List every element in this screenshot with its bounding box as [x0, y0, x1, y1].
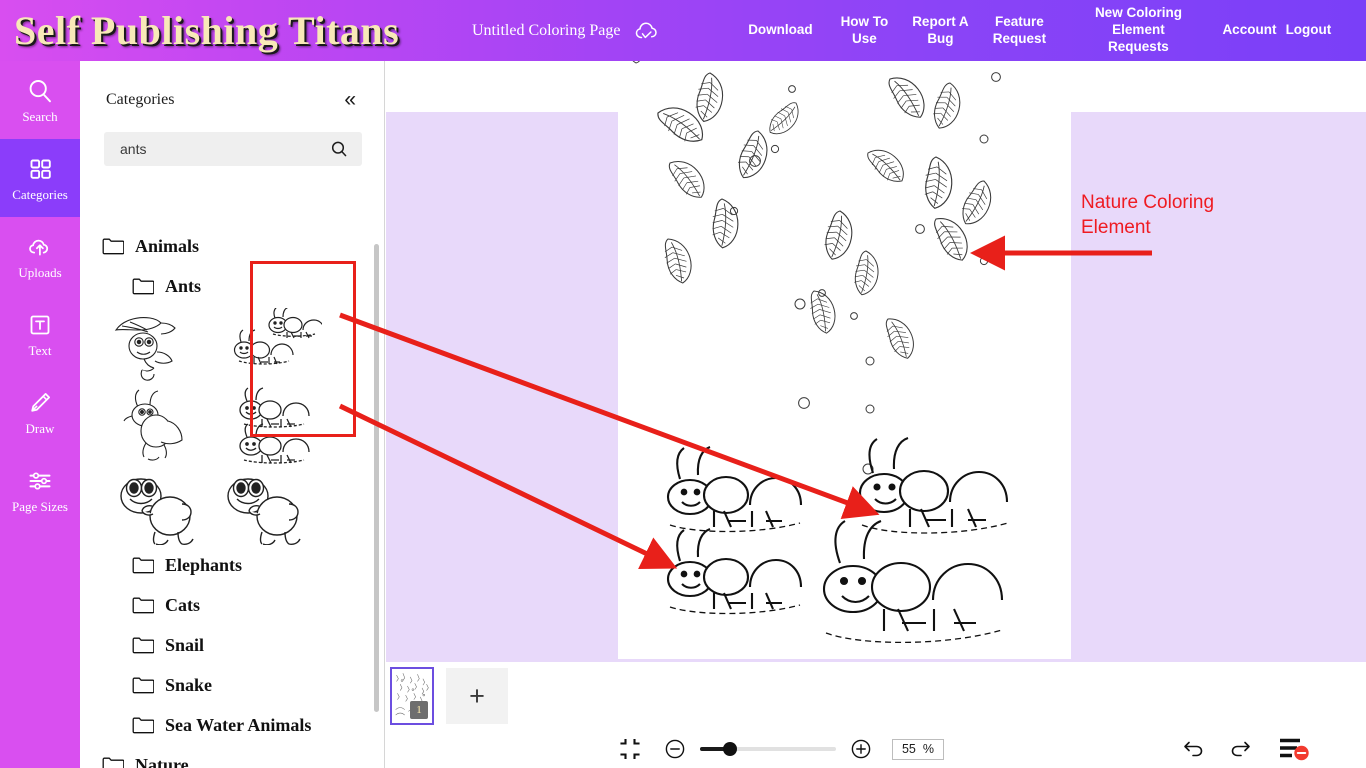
folder-icon — [132, 596, 155, 614]
element-thumbnail-ant-cape[interactable] — [108, 387, 215, 466]
cloud-upload-icon — [26, 233, 54, 261]
collapse-panel-icon[interactable]: « — [344, 89, 356, 110]
tree-node-elephants[interactable]: Elephants — [80, 545, 384, 585]
categories-panel: Categories « Animals — [80, 61, 385, 768]
panel-title: Categories — [106, 90, 175, 108]
tree-node-cats[interactable]: Cats — [80, 585, 384, 625]
zoom-controls: 55 % — [620, 738, 944, 760]
canvas-workspace — [386, 61, 1366, 662]
folder-icon — [102, 237, 125, 255]
element-thumbnail-grid — [80, 306, 356, 545]
tree-label-ants: Ants — [165, 275, 202, 296]
nav-new-coloring-element-requests[interactable]: New Coloring Element Requests — [1058, 1, 1218, 60]
folder-icon — [132, 277, 155, 295]
tree-node-nature[interactable]: Nature — [80, 745, 384, 768]
nav-logout[interactable]: Logout — [1280, 18, 1336, 43]
category-search-box — [104, 132, 362, 166]
folder-icon — [132, 636, 155, 654]
plus-circle-icon[interactable] — [850, 738, 872, 760]
tree-label-nature: Nature — [135, 754, 189, 768]
tree-label-elephants: Elephants — [165, 554, 243, 575]
rail-label-draw: Draw — [25, 421, 55, 436]
pencil-icon — [26, 389, 54, 417]
element-thumbnail-ant-big-b[interactable] — [215, 466, 322, 545]
category-tree-scrollbar[interactable] — [374, 244, 379, 712]
nav-account[interactable]: Account — [1218, 18, 1280, 43]
layers-remove-icon[interactable] — [1278, 736, 1310, 762]
tree-label-snail: Snail — [165, 634, 205, 655]
fit-screen-icon[interactable] — [620, 738, 640, 760]
element-thumbnail-ant-leaf[interactable] — [108, 308, 215, 387]
rail-item-search[interactable]: Search — [0, 61, 80, 139]
element-thumbnail-ants-pair-a[interactable] — [215, 308, 322, 387]
page-thumbnail-1[interactable]: 1 — [390, 667, 434, 725]
category-tree: Animals Ants Elephants Cats Snail Snake … — [80, 226, 384, 768]
grid-icon — [26, 155, 54, 183]
document-title[interactable]: Untitled Coloring Page — [472, 22, 620, 40]
text-box-icon — [26, 311, 54, 339]
zoom-level-value: 55 — [901, 742, 916, 756]
nav-download[interactable]: Download — [732, 18, 828, 43]
rail-label-categories: Categories — [12, 187, 68, 202]
pages-strip: 1 + — [386, 662, 1366, 730]
nav-report-a-bug[interactable]: Report A Bug — [900, 10, 980, 52]
nav-feature-request[interactable]: Feature Request — [980, 10, 1058, 52]
cloud-check-icon — [634, 20, 660, 42]
app-root: Self Publishing Titans Untitled Coloring… — [0, 0, 1366, 768]
document-title-area: Untitled Coloring Page — [472, 20, 660, 42]
search-icon[interactable] — [330, 140, 348, 158]
zoom-percent-sign: % — [922, 742, 935, 756]
coloring-page-canvas[interactable] — [618, 61, 1071, 659]
rail-label-search: Search — [22, 109, 58, 124]
folder-icon — [132, 716, 155, 734]
left-tool-rail: Search Categories Uploads Text Draw Page… — [0, 61, 80, 768]
zoom-level-field[interactable]: 55 % — [892, 738, 944, 760]
tree-label-snake: Snake — [165, 674, 213, 695]
rail-label-uploads: Uploads — [18, 265, 62, 280]
tree-node-sea-water-animals[interactable]: Sea Water Animals — [80, 705, 384, 745]
nav-how-to-use[interactable]: How To Use — [828, 10, 900, 52]
top-header-bar: Self Publishing Titans Untitled Coloring… — [0, 0, 1366, 61]
zoom-slider-handle[interactable] — [722, 742, 737, 756]
folder-icon — [132, 556, 155, 574]
rail-item-uploads[interactable]: Uploads — [0, 217, 80, 295]
rail-item-categories[interactable]: Categories — [0, 139, 80, 217]
tree-node-snake[interactable]: Snake — [80, 665, 384, 705]
element-thumbnail-ants-pair-b[interactable] — [215, 387, 322, 466]
header-nav: Download How To Use Report A Bug Feature… — [732, 1, 1336, 60]
panel-header: Categories « — [80, 61, 384, 110]
tree-node-snail[interactable]: Snail — [80, 625, 384, 665]
tree-label-sea-water-animals: Sea Water Animals — [165, 714, 312, 735]
brand-logo: Self Publishing Titans — [14, 7, 400, 53]
category-search-input[interactable] — [120, 141, 330, 157]
page-number-badge: 1 — [410, 701, 428, 719]
rail-label-page-sizes: Page Sizes — [12, 499, 68, 514]
search-icon — [26, 77, 54, 105]
bottom-toolbar: 55 % — [386, 730, 1366, 768]
redo-icon[interactable] — [1230, 739, 1252, 759]
add-page-button[interactable]: + — [446, 668, 508, 724]
tree-node-animals[interactable]: Animals — [80, 226, 384, 266]
annotation-note-nature-coloring-element: Nature Coloring Element — [1081, 192, 1215, 239]
tree-label-animals: Animals — [135, 235, 200, 256]
rail-label-text: Text — [28, 343, 52, 358]
rail-item-draw[interactable]: Draw — [0, 373, 80, 451]
folder-icon — [132, 676, 155, 694]
rail-item-text[interactable]: Text — [0, 295, 80, 373]
zoom-slider[interactable] — [700, 742, 836, 756]
element-thumbnail-ant-big-a[interactable] — [108, 466, 215, 545]
tree-node-ants[interactable]: Ants — [80, 266, 384, 306]
minus-circle-icon[interactable] — [664, 738, 686, 760]
history-and-layer-tools — [1182, 736, 1366, 762]
undo-icon[interactable] — [1182, 739, 1204, 759]
sliders-icon — [26, 467, 54, 495]
rail-item-page-sizes[interactable]: Page Sizes — [0, 451, 80, 529]
tree-label-cats: Cats — [165, 594, 200, 615]
folder-icon — [102, 756, 125, 768]
